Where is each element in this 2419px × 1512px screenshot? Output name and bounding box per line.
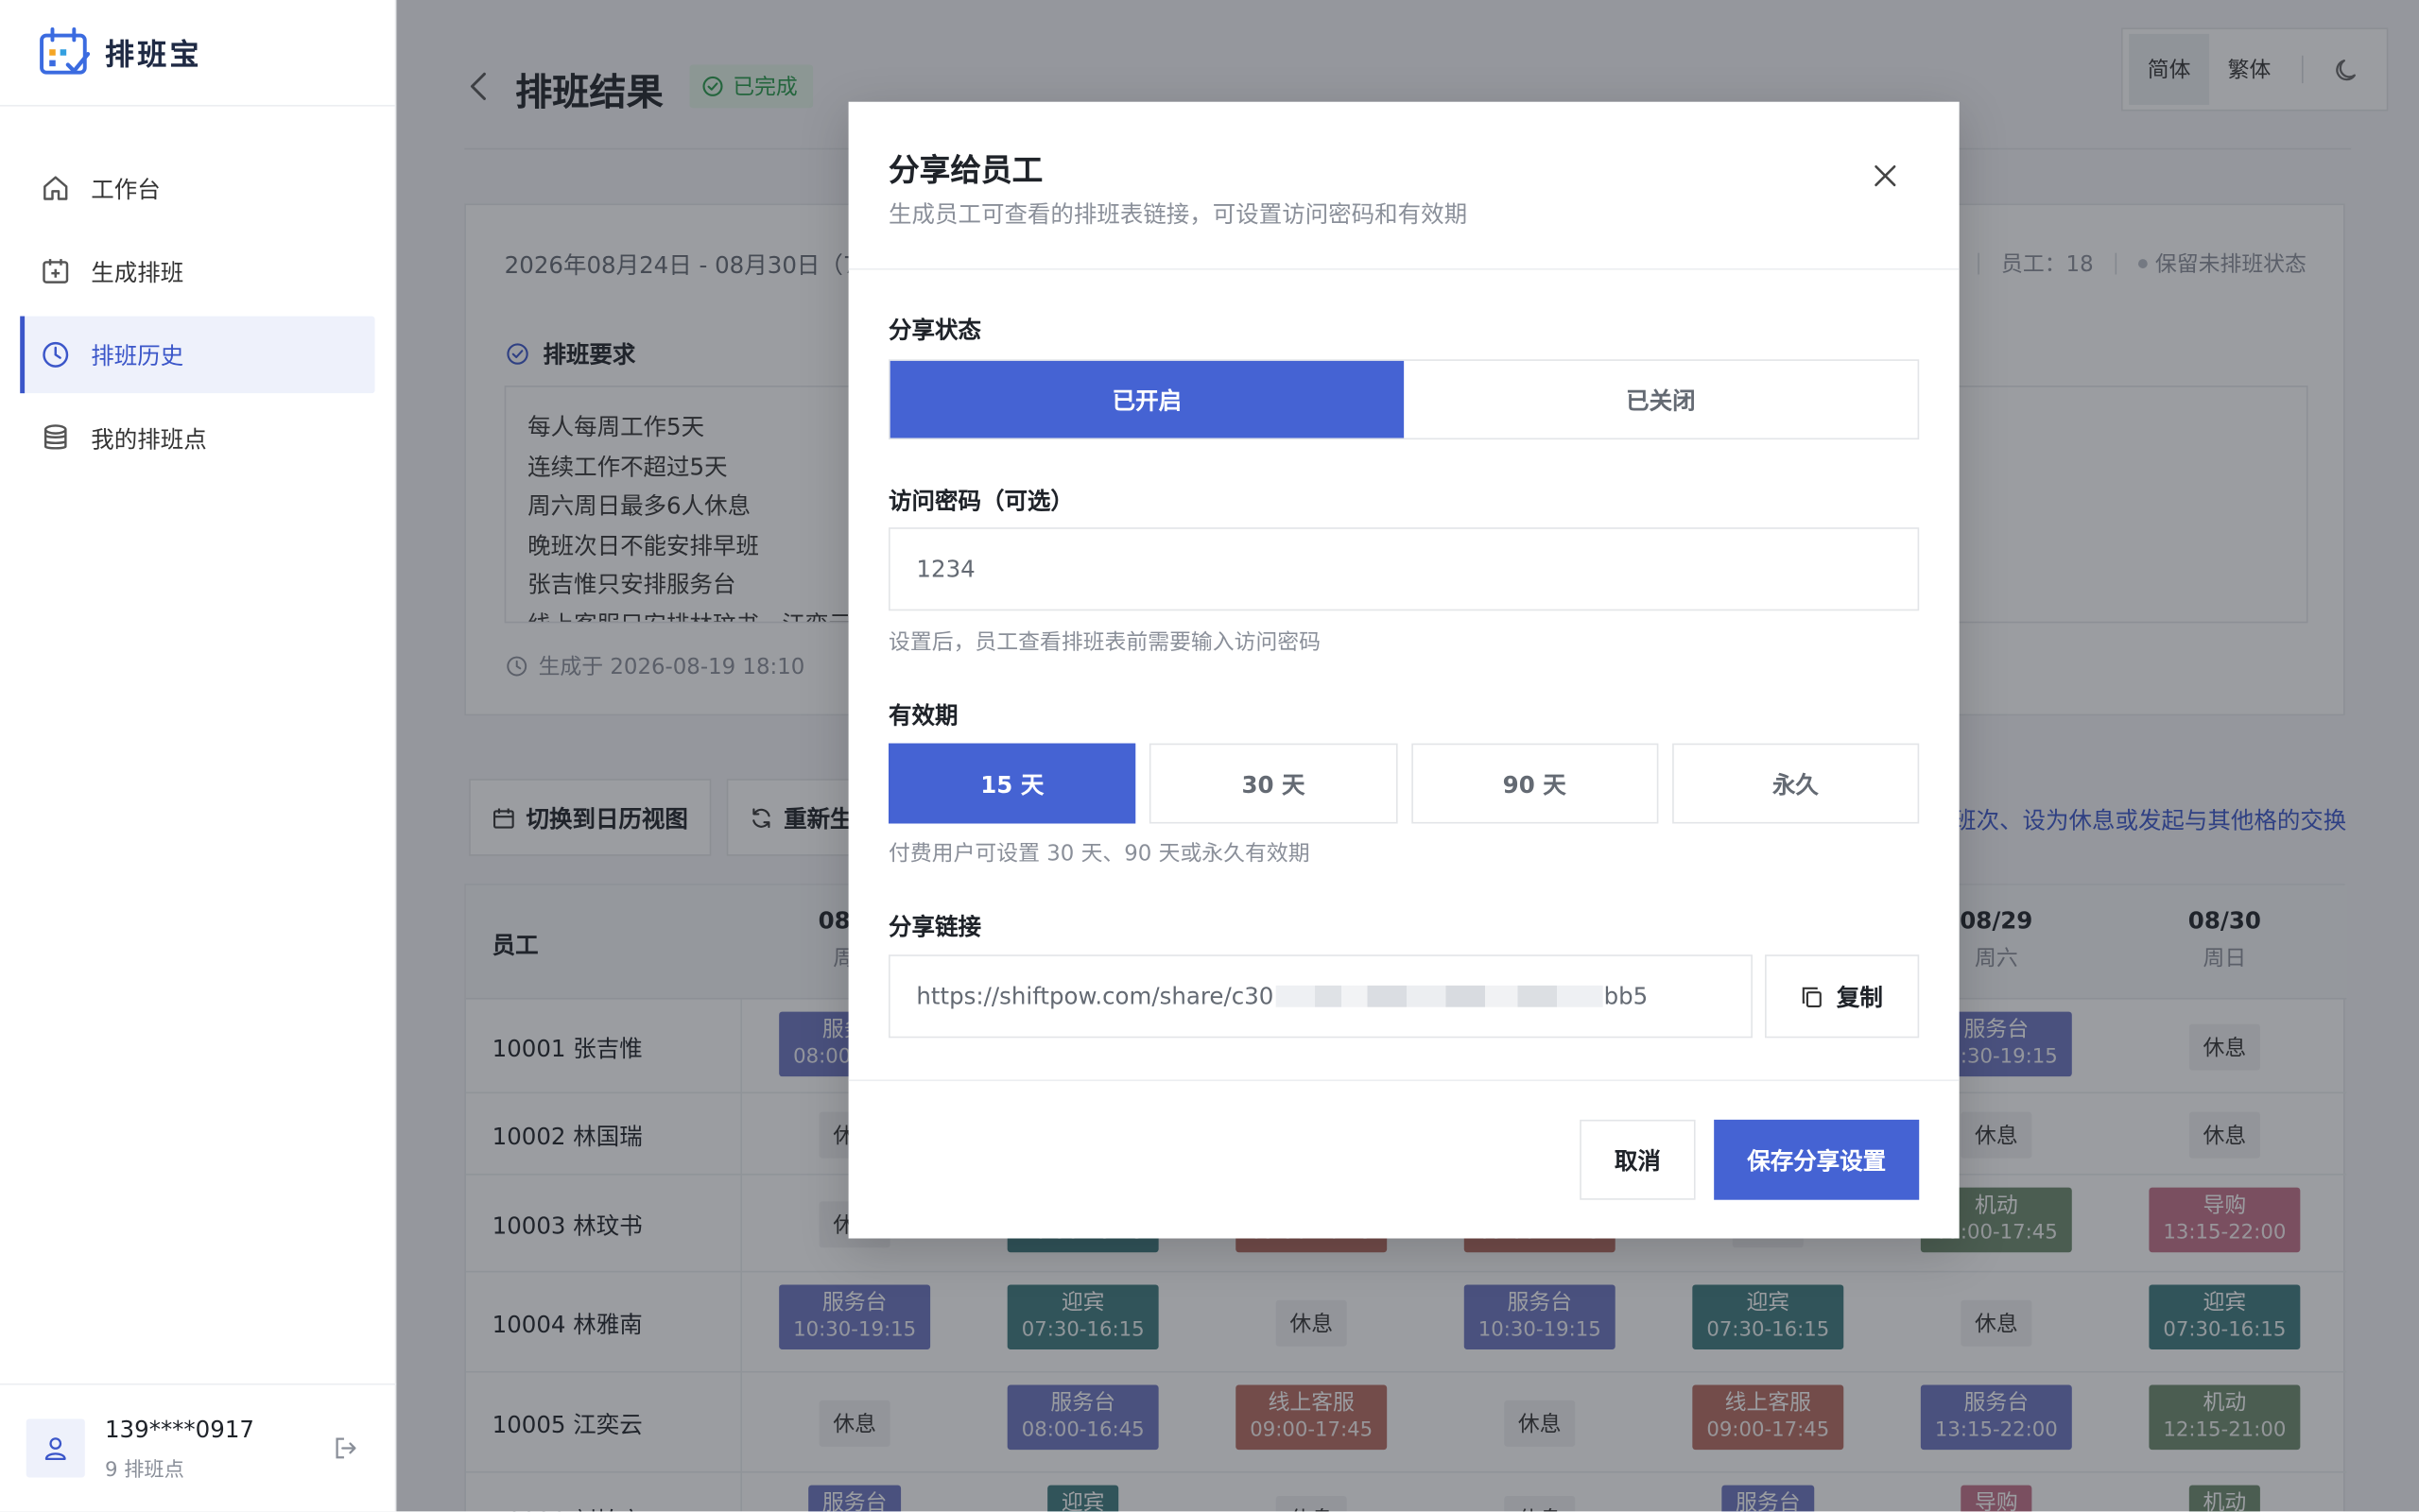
redacted-segment <box>1274 985 1602 1007</box>
close-icon[interactable] <box>1873 163 1897 188</box>
sidebar-item-generate[interactable]: 生成排班 <box>20 232 374 310</box>
password-input[interactable]: 1234 <box>889 527 1920 611</box>
database-icon <box>43 424 67 450</box>
expiry-help: 付费用户可设置 30 天、90 天或永久有效期 <box>889 842 1310 868</box>
copy-link-button[interactable]: 复制 <box>1765 954 1920 1039</box>
sidebar-item-label: 排班历史 <box>91 341 184 369</box>
expiry-label: 有效期 <box>889 701 959 730</box>
calendar-plus-icon <box>43 259 69 284</box>
user-box: 139****0917 9 排班点 <box>0 1383 397 1511</box>
user-icon <box>44 1437 66 1461</box>
share-on-option[interactable]: 已开启 <box>890 360 1405 438</box>
share-link-prefix: https://shiftpow.com/share/c30 <box>916 982 1274 1010</box>
logout-icon[interactable] <box>332 1435 359 1462</box>
sidebar-nav: 工作台 生成排班 排班历史 我的排班点 <box>0 107 395 477</box>
user-point-count: 9 排班点 <box>104 1458 184 1482</box>
app-name: 排班宝 <box>104 37 202 72</box>
share-status-toggle: 已开启 已关闭 <box>889 359 1920 440</box>
app-logo[interactable]: 排班宝 <box>0 0 395 107</box>
modal-subtitle: 生成员工可查看的排班表链接，可设置访问密码和有效期 <box>889 200 1468 229</box>
sidebar-item-my-points[interactable]: 我的排班点 <box>20 400 374 477</box>
expiry-option-forever[interactable]: 永久 <box>1671 743 1920 824</box>
share-link-suffix: bb5 <box>1603 982 1649 1010</box>
expiry-options: 15 天 30 天 90 天 永久 <box>889 743 1920 824</box>
password-label: 访问密码（可选） <box>889 487 1074 516</box>
sidebar-item-label: 生成排班 <box>91 258 184 286</box>
home-icon <box>43 176 68 200</box>
expiry-option-30[interactable]: 30 天 <box>1149 743 1397 824</box>
clock-icon <box>43 341 69 368</box>
modal-title: 分享给员工 <box>889 150 1044 189</box>
share-modal: 分享给员工 生成员工可查看的排班表链接，可设置访问密码和有效期 分享状态 已开启… <box>848 101 1960 1239</box>
modal-footer-divider <box>848 1079 1960 1082</box>
calendar-logo-icon <box>40 27 91 75</box>
sidebar-item-history[interactable]: 排班历史 <box>20 316 375 394</box>
sidebar: 排班宝 工作台 生成排班 排班历史 我的排班点 139****0917 9 排班… <box>0 0 397 1512</box>
share-link-label: 分享链接 <box>889 913 981 941</box>
sidebar-item-workbench[interactable]: 工作台 <box>20 149 374 227</box>
save-share-settings-button[interactable]: 保存分享设置 <box>1714 1119 1920 1200</box>
share-link-field[interactable]: https://shiftpow.com/share/c30 bb5 <box>889 954 1753 1039</box>
expiry-option-90[interactable]: 90 天 <box>1410 743 1659 824</box>
sidebar-item-label: 我的排班点 <box>91 424 207 453</box>
share-off-option[interactable]: 已关闭 <box>1404 361 1917 438</box>
copy-icon <box>1803 986 1823 1007</box>
sidebar-item-label: 工作台 <box>91 175 161 203</box>
cancel-button[interactable]: 取消 <box>1580 1119 1696 1200</box>
password-help: 设置后，员工查看排班表前需要输入访问密码 <box>889 630 1322 656</box>
user-phone: 139****0917 <box>104 1415 254 1443</box>
expiry-option-15[interactable]: 15 天 <box>889 743 1136 824</box>
avatar[interactable] <box>26 1418 85 1478</box>
modal-header: 分享给员工 生成员工可查看的排班表链接，可设置访问密码和有效期 <box>848 102 1960 270</box>
share-status-label: 分享状态 <box>889 316 981 344</box>
copy-label: 复制 <box>1836 983 1883 1011</box>
